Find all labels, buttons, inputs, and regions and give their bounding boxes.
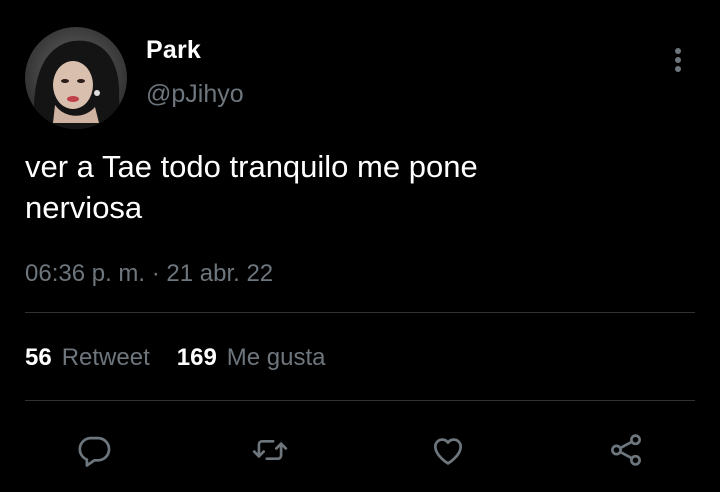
dot	[675, 48, 681, 54]
tweet-detail: Park @pJihyo ver a Tae todo tranquilo me…	[0, 0, 720, 492]
reply-button[interactable]	[72, 428, 116, 472]
share-button[interactable]	[604, 428, 648, 472]
likes-stat[interactable]: 169 Me gusta	[177, 344, 326, 372]
share-icon	[611, 434, 641, 466]
retweets-count: 56	[25, 344, 52, 371]
dot	[675, 66, 681, 72]
divider	[25, 312, 695, 313]
like-button[interactable]	[426, 428, 470, 472]
tweet-stats: 56 Retweet 169 Me gusta	[25, 344, 326, 372]
user-handle[interactable]: @pJihyo	[146, 80, 244, 109]
tweet-timestamp[interactable]: 06:36 p. m. · 21 abr. 22	[25, 260, 273, 288]
retweet-icon	[252, 439, 288, 461]
retweet-button[interactable]	[248, 428, 292, 472]
display-name[interactable]: Park	[146, 36, 201, 65]
dot	[675, 57, 681, 63]
retweets-label: Retweet	[61, 344, 150, 371]
avatar[interactable]	[25, 27, 127, 129]
heart-icon	[433, 438, 463, 465]
likes-count: 169	[176, 344, 217, 371]
more-options-icon[interactable]	[666, 44, 690, 76]
avatar-photo	[25, 27, 127, 129]
reply-icon	[78, 436, 111, 467]
divider	[25, 400, 695, 401]
tweet-text: ver a Tae todo tranquilo me pone nervios…	[25, 149, 478, 225]
action-bar	[0, 428, 720, 472]
retweets-stat[interactable]: 56 Retweet	[25, 344, 150, 372]
likes-label: Me gusta	[226, 344, 326, 371]
